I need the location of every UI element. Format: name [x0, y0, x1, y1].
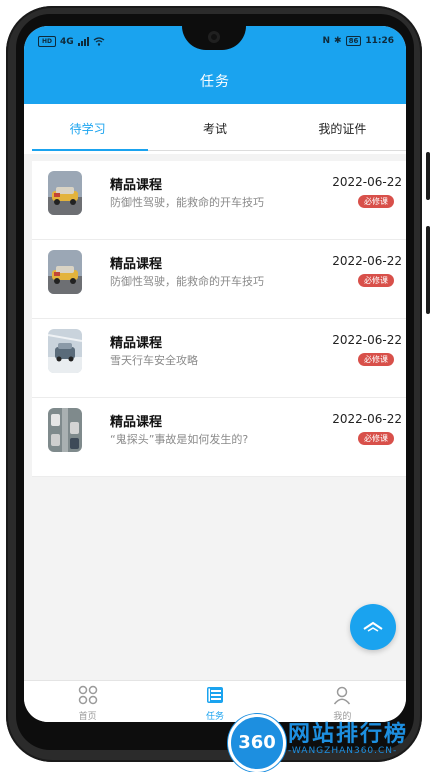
watermark-name: 网站排行榜 [288, 722, 409, 747]
course-item[interactable]: 精品课程 防御性驾驶，能救命的开车技巧 2022-06-22 必修课 [32, 161, 406, 240]
course-subtitle: 防御性驾驶，能救命的开车技巧 [110, 196, 264, 209]
course-title: 精品课程 [110, 336, 163, 351]
course-thumbnail [48, 250, 82, 294]
grid-icon [78, 685, 97, 705]
course-item[interactable]: 精品课程 “鬼探头”事故是如何发生的? 2022-06-22 必修课 [32, 398, 406, 477]
collapse-up-button[interactable] [350, 604, 396, 650]
required-badge: 必修课 [358, 353, 394, 366]
watermark-url: -WANGZHAN360.CN- [288, 746, 398, 756]
collapse-up-icon [363, 621, 383, 632]
course-title: 精品课程 [110, 257, 163, 272]
signal-icon [77, 37, 89, 46]
required-badge: 必修课 [358, 432, 394, 445]
course-list: 精品课程 防御性驾驶，能救命的开车技巧 2022-06-22 必修课 精品课程 … [32, 161, 406, 477]
volume-button [426, 152, 430, 200]
course-thumbnail [48, 171, 82, 215]
app-header: HD 4G N ✱ 86 11:26 任务 [24, 26, 406, 104]
user-icon [334, 686, 351, 705]
app-screen: HD 4G N ✱ 86 11:26 任务 待学习 考试 我的证件 精品课程 防… [24, 26, 406, 722]
status-bar-left: HD 4G [38, 36, 105, 47]
hd-icon: HD [38, 36, 56, 47]
watermark: 360 网站排行榜 -WANGZHAN360.CN- [228, 712, 432, 772]
required-badge: 必修课 [358, 274, 394, 287]
power-button [426, 226, 430, 314]
network-type: 4G [60, 36, 74, 47]
course-date: 2022-06-22 [332, 254, 402, 268]
nfc-icon: N [322, 36, 331, 46]
course-subtitle: “鬼探头”事故是如何发生的? [110, 433, 249, 446]
course-thumbnail [48, 329, 82, 373]
camera-icon [208, 31, 220, 43]
course-date: 2022-06-22 [332, 333, 402, 347]
tab-to-study[interactable]: 待学习 [24, 104, 151, 154]
watermark-logo: 360 [228, 714, 286, 772]
tab-active-indicator [32, 149, 148, 151]
course-subtitle: 防御性驾驶，能救命的开车技巧 [110, 275, 264, 288]
status-bar-right: N ✱ 86 11:26 [322, 36, 394, 46]
nav-home-label: 首页 [78, 712, 97, 722]
course-subtitle: 雪天行车安全攻略 [110, 354, 198, 367]
page-title: 任务 [200, 74, 230, 90]
bluetooth-icon: ✱ [334, 36, 342, 46]
course-date: 2022-06-22 [332, 175, 402, 189]
nav-home[interactable]: 首页 [24, 681, 151, 722]
course-item[interactable]: 精品课程 雪天行车安全攻略 2022-06-22 必修课 [32, 319, 406, 398]
tab-my-certificates[interactable]: 我的证件 [279, 104, 406, 154]
status-time: 11:26 [365, 36, 394, 46]
course-title: 精品课程 [110, 178, 163, 193]
course-item[interactable]: 精品课程 防御性驾驶，能救命的开车技巧 2022-06-22 必修课 [32, 240, 406, 319]
course-title: 精品课程 [110, 415, 163, 430]
tab-exam[interactable]: 考试 [151, 104, 278, 154]
required-badge: 必修课 [358, 195, 394, 208]
course-thumbnail [48, 408, 82, 452]
wifi-icon [93, 37, 105, 46]
tab-bar: 待学习 考试 我的证件 [24, 104, 406, 154]
course-date: 2022-06-22 [332, 412, 402, 426]
task-icon [206, 687, 223, 703]
battery-icon: 86 [345, 36, 362, 46]
